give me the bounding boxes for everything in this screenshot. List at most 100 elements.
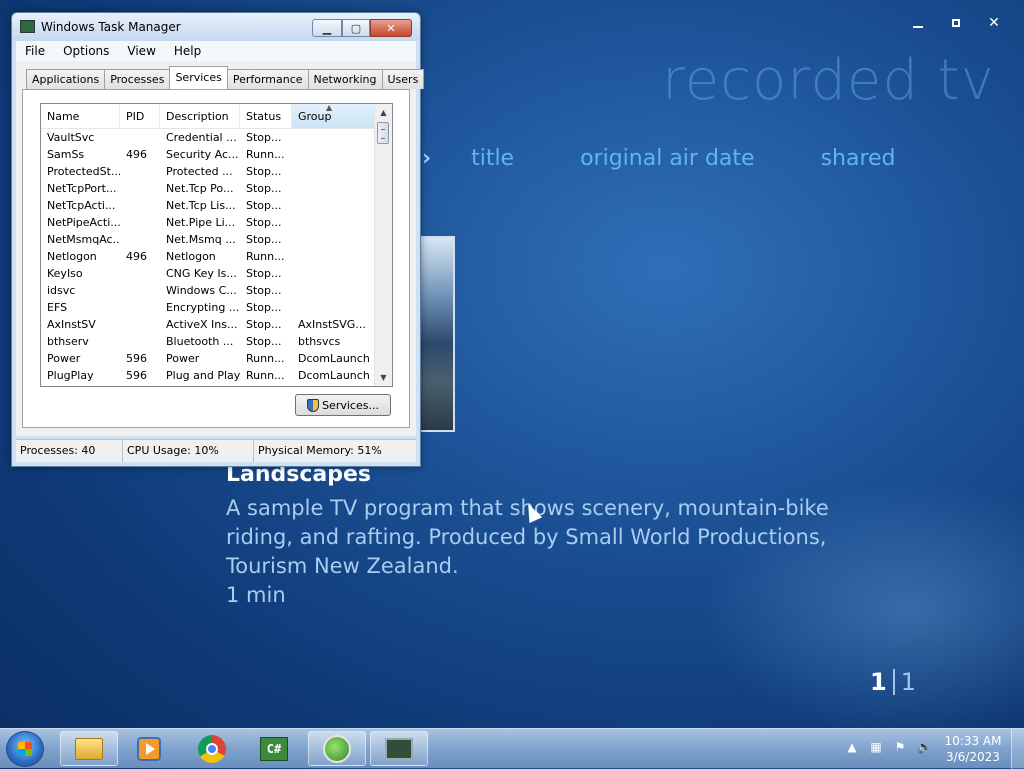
menu-options[interactable]: Options [54,44,118,58]
taskbar-media-player[interactable] [120,731,178,766]
shield-icon [307,398,320,412]
services-button[interactable]: Services... [295,394,391,416]
tab-users[interactable]: Users [381,69,425,89]
table-row[interactable]: EFS Encrypting ... Stop... [41,299,375,316]
cell-description: Net.Tcp Lis... [166,199,236,212]
program-thumbnail[interactable] [421,236,455,432]
cell-pid [120,214,160,231]
taskbar-media-center[interactable] [308,731,366,766]
table-row[interactable]: Power 596 Power Runn... DcomLaunch [41,350,375,367]
menu-help[interactable]: Help [165,44,210,58]
cell-description: Net.Tcp Po... [166,182,234,195]
taskbar-chrome[interactable] [183,731,241,766]
volume-icon[interactable]: 🔈 [917,739,932,755]
cell-pid: 596 [126,352,147,365]
clock[interactable]: 10:33 AM 3/6/2023 [940,733,1006,765]
task-manager-titlebar[interactable]: Windows Task Manager ▁ ▢ ✕ [12,13,420,41]
cell-group [292,180,375,197]
scroll-up-icon[interactable]: ▲ [375,104,392,121]
tab-networking[interactable]: Networking [307,69,383,89]
table-row[interactable]: Netlogon 496 Netlogon Runn... [41,248,375,265]
cell-description: Credential ... [166,131,237,144]
column-status[interactable]: Status [240,104,292,128]
cell-group: DcomLaunch [298,369,370,382]
scroll-thumb[interactable] [377,122,389,144]
cell-group: bthsvcs [298,335,341,348]
cell-status: Runn... [246,250,285,263]
sort-shared[interactable]: shared [821,146,896,171]
cell-status: Stop... [246,301,282,314]
services-list[interactable]: Name PID Description Status ▲ Group Vault… [40,103,393,387]
clock-date: 3/6/2023 [946,750,1000,764]
table-row[interactable]: PlugPlay 596 Plug and Play Runn... DcomLaunc… [41,367,375,384]
cell-pid [120,282,160,299]
table-row[interactable]: NetTcpPort... Net.Tcp Po... Stop... [41,180,375,197]
minimize-button[interactable] [902,10,934,36]
cell-name: NetMsmqAc... [47,233,120,246]
media-center-window-controls: ✕ [902,10,1010,36]
sort-original-air-date[interactable]: original air date [580,146,754,171]
table-row[interactable]: NetPipeActi... Net.Pipe Li... Stop... [41,214,375,231]
cell-name: PlugPlay [47,369,94,382]
table-row[interactable]: AxInstSV ActiveX Ins... Stop... AxInstSVG..… [41,316,375,333]
scroll-down-icon[interactable]: ▼ [375,369,392,386]
tab-performance[interactable]: Performance [226,69,309,89]
maximize-button[interactable]: ▢ [342,19,370,37]
cell-group: AxInstSVG... [298,318,366,331]
table-row[interactable]: ProtectedSt... Protected ... Stop... [41,163,375,180]
taskbar-task-manager[interactable] [370,731,428,766]
folder-icon [75,737,103,760]
cell-description: Netlogon [166,250,216,263]
pager-separator [892,669,895,695]
menu-view[interactable]: View [118,44,164,58]
restore-button[interactable] [940,10,972,36]
media-center-icon [323,734,351,763]
cell-description: Windows C... [166,284,237,297]
close-button[interactable]: ✕ [978,10,1010,36]
cell-name: bthserv [47,335,89,348]
table-row[interactable]: NetTcpActi... Net.Tcp Lis... Stop... [41,197,375,214]
cell-name: SamSs [47,148,85,161]
action-center-icon[interactable]: ⚑ [893,739,907,755]
services-panel: Name PID Description Status ▲ Group Vault… [22,89,410,428]
minimize-button[interactable]: ▁ [312,19,342,37]
cell-group [292,282,375,299]
cell-name: NetPipeActi... [47,216,120,229]
network-icon[interactable]: ▦ [869,739,883,755]
table-row[interactable]: bthserv Bluetooth ... Stop... bthsvcs [41,333,375,350]
window-title: Windows Task Manager [41,20,181,34]
taskbar-csharp[interactable]: C# [245,731,303,766]
column-name[interactable]: Name [41,104,120,128]
show-hidden-icons-icon[interactable]: ▲ [845,739,859,755]
sort-title[interactable]: title [471,146,514,171]
cell-pid [120,163,160,180]
taskbar-explorer[interactable] [60,731,118,766]
table-row[interactable]: SamSs 496 Security Ac... Runn... [41,146,375,163]
table-row[interactable]: KeyIso CNG Key Is... Stop... [41,265,375,282]
menu-file[interactable]: File [16,44,54,58]
cell-description: Plug and Play [166,369,240,382]
cell-group [292,299,375,316]
table-row[interactable]: idsvc Windows C... Stop... [41,282,375,299]
table-row[interactable]: NetMsmqAc... Net.Msmq ... Stop... [41,231,375,248]
cell-name: VaultSvc [47,131,95,144]
column-group[interactable]: ▲ Group [292,104,375,128]
column-pid[interactable]: PID [120,104,160,128]
cell-status: Runn... [246,148,285,161]
show-desktop-button[interactable] [1011,729,1024,769]
cell-status: Stop... [246,165,282,178]
vertical-scrollbar[interactable]: ▲ ▼ [374,104,392,386]
cell-status: Stop... [246,131,282,144]
start-button[interactable] [6,731,44,767]
tab-services[interactable]: Services [169,66,228,89]
cell-pid [120,197,160,214]
tab-processes[interactable]: Processes [104,69,171,89]
cell-name: NetTcpActi... [47,199,116,212]
column-description[interactable]: Description [160,104,240,128]
tab-applications[interactable]: Applications [26,69,106,89]
close-button[interactable]: ✕ [370,19,412,37]
table-row[interactable]: VaultSvc Credential ... Stop... [41,129,375,146]
cell-status: Stop... [246,267,282,280]
clock-time: 10:33 AM [944,734,1002,748]
cell-description: Net.Pipe Li... [166,216,236,229]
